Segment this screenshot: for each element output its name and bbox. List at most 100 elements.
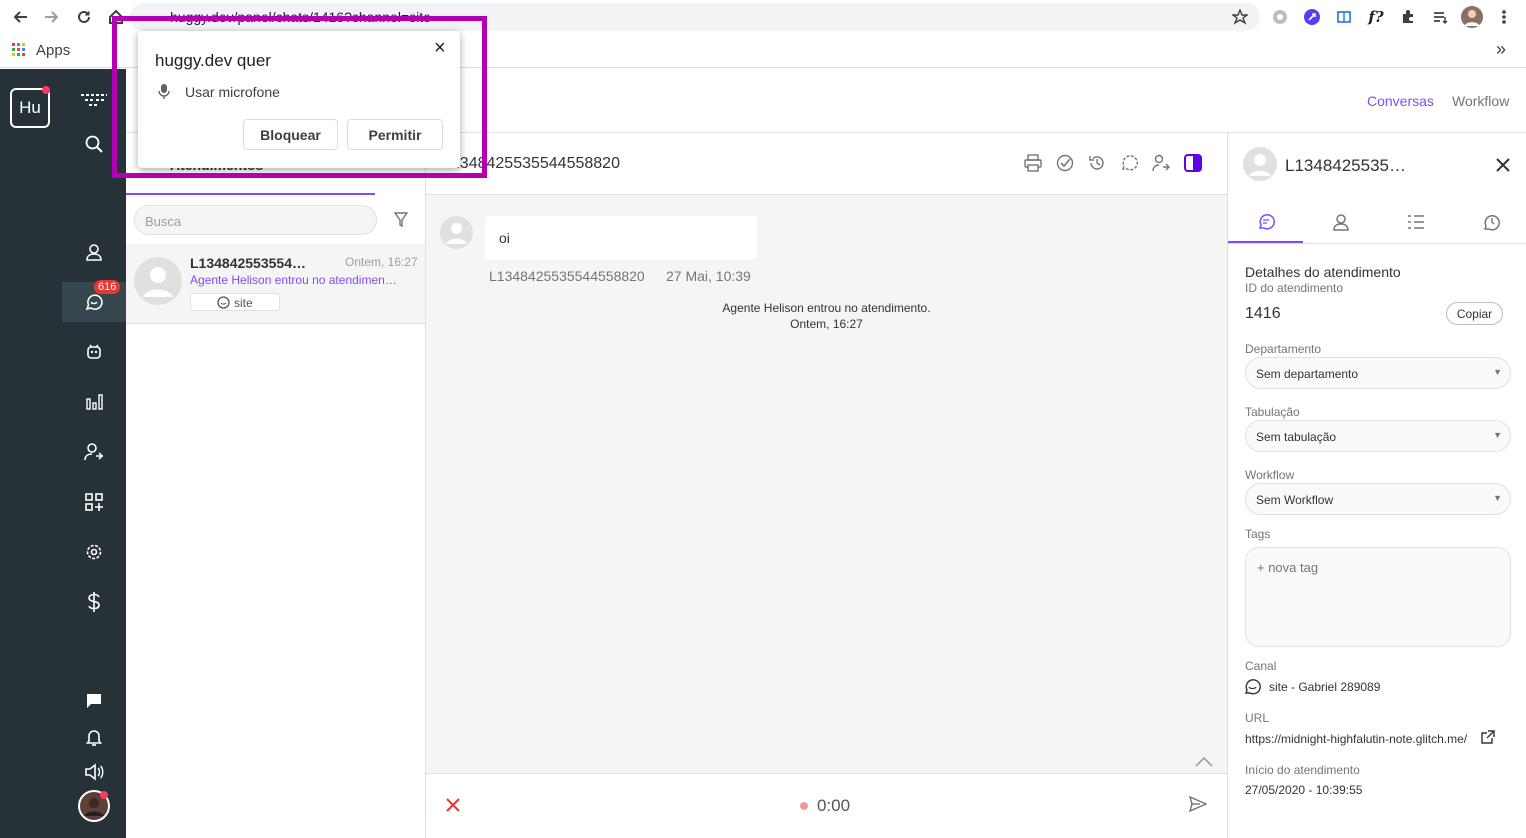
details-contact-avatar (1243, 147, 1277, 181)
apps-grid-icon[interactable] (12, 43, 26, 57)
scroll-up-chevron-icon[interactable] (1194, 756, 1214, 768)
chat-panel: L1348425535544558820 oi L134842553554455… (426, 133, 1227, 838)
conversation-time: Ontem, 16:27 (345, 255, 418, 269)
workspace-sidebar: Hu (0, 69, 62, 838)
extension-grammarly-icon[interactable] (1268, 5, 1292, 29)
send-icon[interactable] (1189, 796, 1207, 812)
reading-list-icon[interactable] (1428, 5, 1452, 29)
tab-conversation-details[interactable] (1228, 201, 1303, 243)
system-message-text: Agente Helison entrou no atendimento. (722, 301, 931, 315)
settings-gear-icon[interactable] (62, 532, 126, 572)
recording-dot (800, 802, 808, 810)
bot-icon[interactable] (62, 332, 126, 372)
workflow-label: Workflow (1245, 468, 1295, 482)
details-section-title: Detalhes do atendimento (1245, 264, 1401, 280)
details-tabs-divider (1228, 243, 1526, 244)
message-sender: L1348425535544558820 (489, 268, 645, 284)
extension-rocket-icon[interactable] (1300, 5, 1324, 29)
integrations-icon[interactable] (62, 482, 126, 522)
channel-value: site - Gabriel 289089 (1269, 680, 1381, 694)
message-time: 27 Mai, 10:39 (666, 268, 751, 284)
transfer-bubble-icon[interactable] (1120, 154, 1140, 174)
external-link-icon[interactable] (1480, 730, 1495, 745)
print-icon[interactable] (1024, 154, 1044, 174)
filter-funnel-icon[interactable] (394, 212, 408, 228)
message-text: oi (499, 230, 510, 246)
chat-composer: 0:00 (426, 773, 1227, 838)
tabulation-select[interactable]: Sem tabulação ▼ (1245, 420, 1511, 452)
channel-chat-icon (1244, 678, 1261, 695)
notifications-bell-icon[interactable] (62, 717, 126, 757)
chats-unread-badge: 616 (94, 280, 121, 294)
department-value: Sem departamento (1256, 367, 1359, 381)
forward-arrow-icon[interactable] (40, 5, 64, 29)
close-details-icon[interactable] (1496, 158, 1510, 172)
tabulation-value: Sem tabulação (1256, 430, 1337, 444)
annotation-highlight-frame (112, 16, 487, 178)
tabulation-label: Tabulação (1245, 405, 1300, 419)
department-label: Departamento (1245, 342, 1322, 356)
contact-details-panel: L1348425535… Detalhes do atendimento ID … (1227, 133, 1526, 838)
copy-id-button-label: Copiar (1456, 306, 1493, 321)
new-tag-button[interactable]: + nova tag (1257, 560, 1318, 575)
channel-chip: site (190, 293, 280, 311)
apps-bookmark[interactable]: Apps (36, 42, 70, 59)
search-input[interactable]: Busca (134, 205, 377, 235)
toggle-details-panel-icon[interactable] (1184, 154, 1204, 174)
conversation-preview: Agente Helison entrou no atendimen… (190, 273, 397, 287)
profile-avatar-icon[interactable] (1460, 5, 1484, 29)
cancel-recording-icon[interactable] (446, 798, 460, 812)
feedback-chat-icon[interactable] (62, 681, 126, 721)
tags-input[interactable]: + nova tag (1245, 547, 1511, 647)
contacts-icon[interactable] (62, 232, 126, 272)
system-message: Agente Helison entrou no atendimento. On… (426, 300, 1227, 332)
channel-label: Canal (1245, 659, 1277, 673)
user-avatar[interactable] (62, 786, 126, 826)
agents-icon[interactable] (62, 432, 126, 472)
tags-label: Tags (1245, 527, 1271, 541)
workspace-logo[interactable]: Hu (10, 88, 50, 128)
history-clock-icon[interactable] (1088, 154, 1108, 174)
workflow-value: Sem Workflow (1256, 493, 1334, 507)
reports-icon[interactable] (62, 382, 126, 422)
tab-history[interactable] (1453, 201, 1526, 243)
copy-id-button[interactable]: Copiar (1446, 302, 1503, 325)
conversation-list-item[interactable]: L134842553554… Ontem, 16:27 Agente Helis… (126, 244, 425, 324)
billing-dollar-icon[interactable] (62, 582, 126, 622)
nav-link-workflow[interactable]: Workflow (1452, 93, 1509, 109)
contact-avatar (134, 257, 182, 305)
system-message-time: Ontem, 16:27 (790, 317, 863, 331)
reload-icon[interactable] (72, 5, 96, 29)
ticket-id-label: ID do atendimento (1245, 281, 1344, 295)
conversation-list-panel: Atendimentos Busca L134842553554… Ontem,… (126, 133, 426, 838)
bookmark-star-icon[interactable] (1228, 5, 1252, 29)
chrome-menu-icon[interactable] (1492, 5, 1516, 29)
chat-header: L1348425535544558820 (426, 133, 1227, 195)
url-value: https://midnight-highfalutin-note.glitch… (1245, 732, 1468, 746)
extension-function-icon[interactable]: f? (1364, 5, 1388, 29)
chat-bubble-icon (217, 296, 230, 309)
workflow-select[interactable]: Sem Workflow ▼ (1245, 483, 1511, 515)
department-select[interactable]: Sem departamento ▼ (1245, 357, 1511, 389)
conversation-name: L134842553554… (190, 255, 306, 271)
nav-link-conversas[interactable]: Conversas (1367, 93, 1434, 109)
tab-checklist[interactable] (1378, 201, 1453, 243)
tab-contact-profile[interactable] (1303, 201, 1378, 243)
extensions-puzzle-icon[interactable] (1396, 5, 1420, 29)
extension-book-icon[interactable] (1332, 5, 1356, 29)
ticket-id-value: 1416 (1245, 305, 1281, 322)
main-navigation (62, 69, 126, 838)
url-label: URL (1245, 711, 1270, 725)
start-time-label: Início do atendimento (1245, 763, 1360, 777)
message-bubble: oi (485, 216, 757, 260)
resolve-check-icon[interactable] (1056, 154, 1076, 174)
list-tab-indicator (126, 193, 375, 195)
details-contact-name: L1348425535… (1285, 156, 1407, 175)
channel-chip-label: site (234, 296, 253, 310)
message-sender-avatar (440, 216, 473, 249)
caret-down-icon: ▼ (1493, 493, 1502, 503)
back-arrow-icon[interactable] (8, 5, 32, 29)
caret-down-icon: ▼ (1493, 367, 1502, 377)
assign-agent-icon[interactable] (1152, 154, 1172, 174)
more-bookmarks-button[interactable]: » (1496, 39, 1506, 60)
